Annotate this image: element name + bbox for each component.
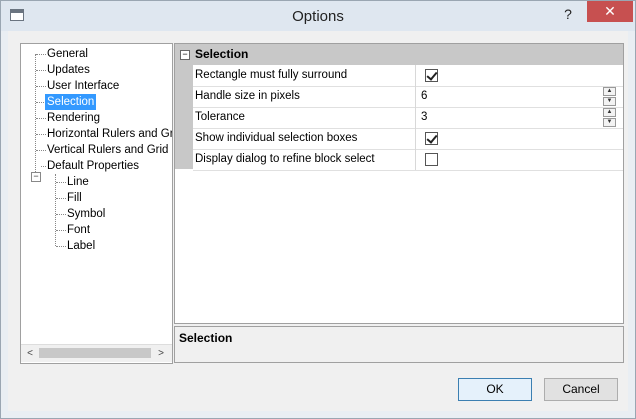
property-name: Display dialog to refine block select <box>193 149 416 170</box>
category-header[interactable]: − Selection <box>175 44 623 65</box>
property-row[interactable]: Rectangle must fully surround <box>193 65 623 87</box>
spin-up-icon[interactable]: ▲ <box>603 87 616 96</box>
tree-line <box>36 118 46 120</box>
close-button[interactable]: ✕ <box>587 1 633 22</box>
tree-item-fill[interactable]: Fill <box>67 190 82 206</box>
collapse-icon[interactable]: − <box>180 50 190 60</box>
category-title: Selection <box>195 47 249 61</box>
handle-size-input[interactable]: 6 <box>421 86 427 107</box>
scroll-left-icon[interactable]: < <box>23 347 37 360</box>
spin-down-icon[interactable]: ▼ <box>603 97 616 106</box>
show-selection-boxes-checkbox[interactable] <box>425 132 438 145</box>
property-name: Show individual selection boxes <box>193 128 416 149</box>
property-row[interactable]: Tolerance 3 ▲ ▼ <box>193 107 623 129</box>
property-name: Handle size in pixels <box>193 86 416 107</box>
tree-line <box>36 70 46 72</box>
tree-item-default-properties[interactable]: Default Properties <box>47 158 139 174</box>
tree-item-vertical-rulers[interactable]: Vertical Rulers and Grid <box>47 142 168 158</box>
tree-line <box>56 182 66 184</box>
options-dialog: Options ? ✕ General Updates User Interfa… <box>0 0 636 419</box>
collapse-icon[interactable]: − <box>31 172 41 182</box>
property-row[interactable]: Display dialog to refine block select <box>193 149 623 171</box>
property-row[interactable]: Show individual selection boxes <box>193 128 623 150</box>
window-title: Options <box>292 8 344 25</box>
tree-item-label[interactable]: Label <box>67 238 95 254</box>
spin-up-icon[interactable]: ▲ <box>603 108 616 117</box>
tree-item-rendering[interactable]: Rendering <box>47 110 100 126</box>
cancel-button[interactable]: Cancel <box>544 378 618 401</box>
tree-item-line[interactable]: Line <box>67 174 89 190</box>
tree-line <box>36 86 46 88</box>
tree-item-symbol[interactable]: Symbol <box>67 206 105 222</box>
title-bar: Options ? ✕ <box>1 1 635 31</box>
grid-gutter <box>175 65 193 169</box>
ok-button[interactable]: OK <box>458 378 532 401</box>
dialog-body: General Updates User Interface Selection… <box>8 31 628 411</box>
tree-line <box>55 174 57 246</box>
tree-line <box>36 150 46 152</box>
tree-item-font[interactable]: Font <box>67 222 90 238</box>
tree-item-selection[interactable]: Selection <box>45 94 97 110</box>
tree-line <box>36 54 46 56</box>
tree-line <box>36 134 46 136</box>
help-button[interactable]: ? <box>556 5 580 23</box>
tree-line <box>56 214 66 216</box>
tree-item-general[interactable]: General <box>47 46 88 62</box>
property-grid: − Selection Rectangle must fully surroun… <box>174 43 624 324</box>
tree-line <box>56 198 66 200</box>
tree-item-horizontal-rulers[interactable]: Horizontal Rulers and Gri <box>47 126 172 142</box>
spin-down-icon[interactable]: ▼ <box>603 118 616 127</box>
scrollbar-thumb[interactable] <box>39 348 151 358</box>
property-name: Tolerance <box>193 107 416 128</box>
tree-item-user-interface[interactable]: User Interface <box>47 78 119 94</box>
tree-item-updates[interactable]: Updates <box>47 62 90 78</box>
scroll-right-icon[interactable]: > <box>154 347 168 360</box>
property-row[interactable]: Handle size in pixels 6 ▲ ▼ <box>193 86 623 108</box>
description-panel: Selection <box>174 326 624 363</box>
refine-block-select-checkbox[interactable] <box>425 153 438 166</box>
handle-size-spinner[interactable]: ▲ ▼ <box>603 87 616 106</box>
tree-line <box>56 246 66 248</box>
property-name: Rectangle must fully surround <box>193 65 416 86</box>
tolerance-spinner[interactable]: ▲ ▼ <box>603 108 616 127</box>
description-title: Selection <box>179 331 233 345</box>
tree-line <box>56 230 66 232</box>
rectangle-surround-checkbox[interactable] <box>425 69 438 82</box>
tree-line <box>41 166 46 168</box>
tree-horizontal-scrollbar[interactable]: < > <box>21 344 172 362</box>
tree-line <box>35 54 37 174</box>
tolerance-input[interactable]: 3 <box>421 107 427 128</box>
options-tree[interactable]: General Updates User Interface Selection… <box>20 43 173 364</box>
